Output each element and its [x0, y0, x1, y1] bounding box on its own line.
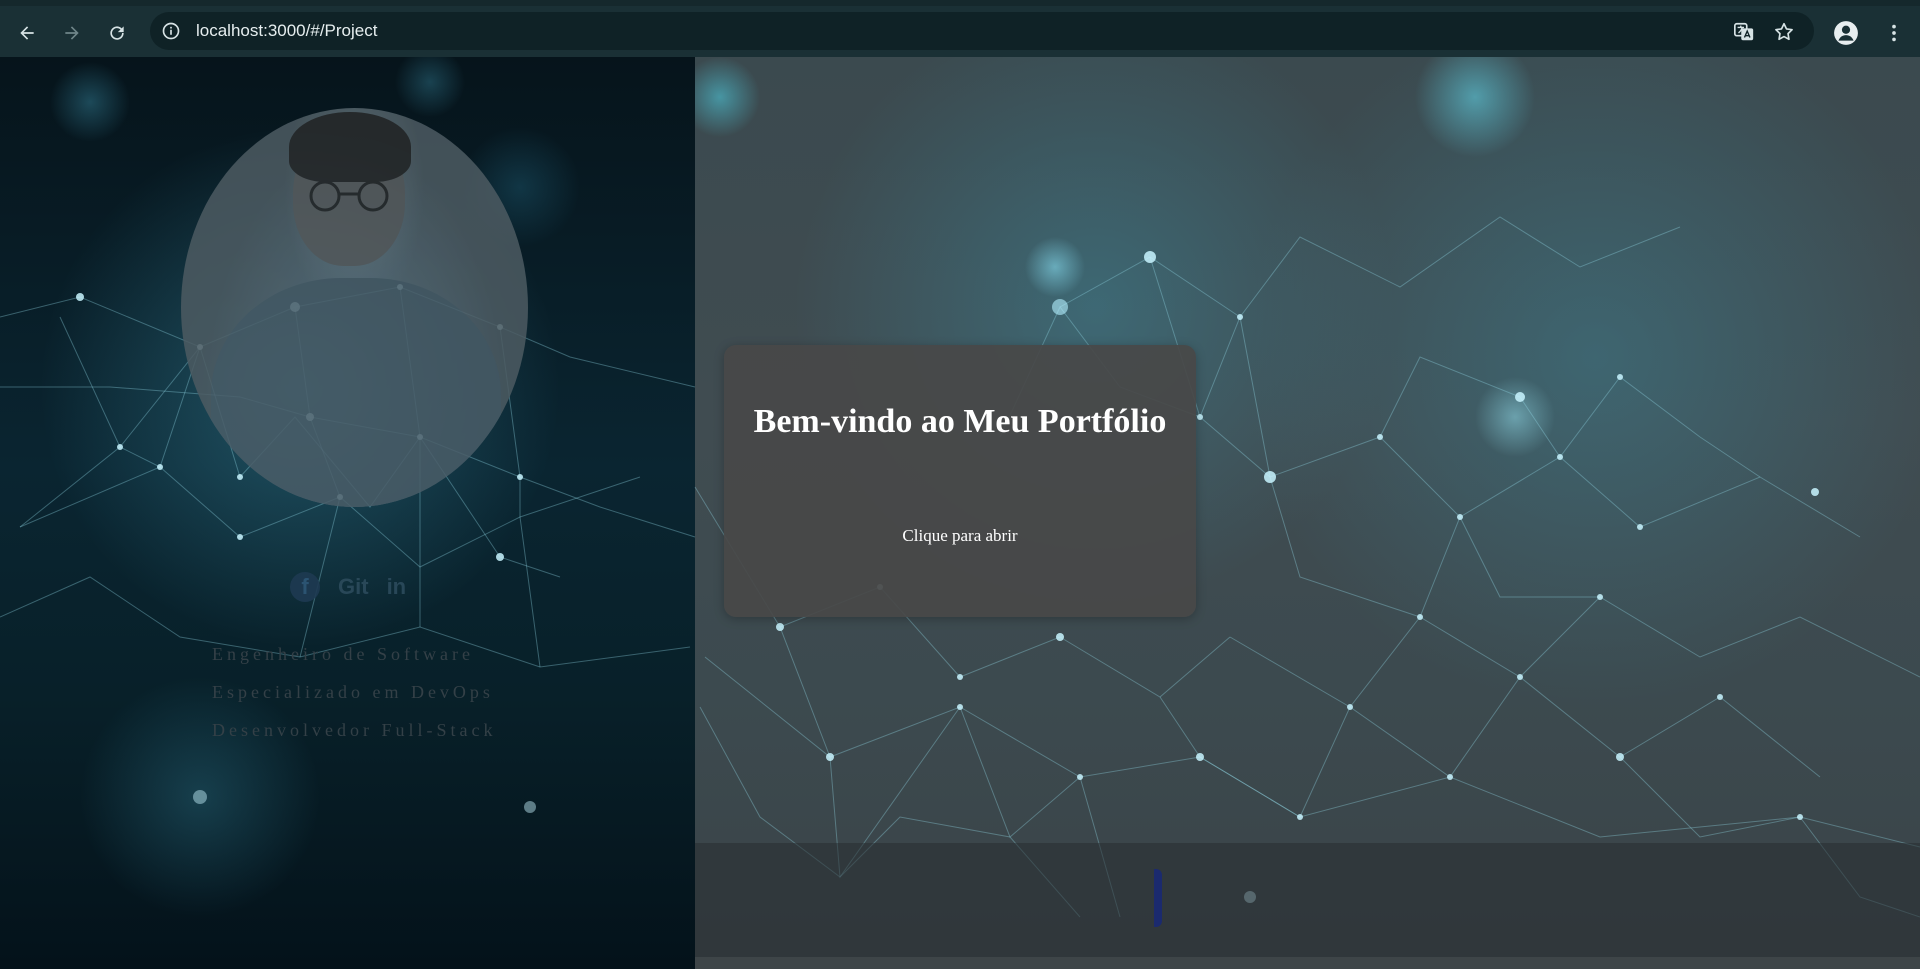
- page-viewport: f Git in Engenheiro de Software Especial…: [0, 57, 1920, 969]
- account-icon: [1834, 21, 1858, 45]
- bookmark-button[interactable]: [1772, 20, 1796, 44]
- scroll-indicator[interactable]: [1154, 869, 1162, 927]
- welcome-title: Bem-vindo ao Meu Portfólio: [753, 403, 1167, 440]
- reload-icon: [110, 26, 124, 40]
- social-links: f Git in: [290, 567, 406, 607]
- arrow-right-icon: [65, 26, 79, 40]
- linkedin-icon[interactable]: in: [387, 574, 407, 600]
- forward-button[interactable]: [57, 18, 87, 48]
- url-text[interactable]: localhost:3000/#/Project: [196, 21, 377, 41]
- role-item: Especializado em DevOps: [212, 682, 494, 702]
- role-item: Engenheiro de Software: [212, 644, 474, 664]
- profile-button[interactable]: [1832, 19, 1860, 47]
- info-icon: [162, 22, 180, 40]
- address-bar[interactable]: localhost:3000/#/Project: [150, 12, 1814, 50]
- profile-avatar: [181, 108, 528, 507]
- kebab-menu-icon: [1892, 24, 1896, 42]
- back-button[interactable]: [12, 18, 42, 48]
- bottom-bar: [695, 843, 1920, 957]
- star-icon: [1775, 22, 1793, 41]
- role-item: Desenvolvedor Full-Stack: [212, 720, 497, 740]
- bottom-strip: [695, 957, 1920, 969]
- arrow-left-icon: [20, 26, 34, 40]
- site-info-button[interactable]: [160, 20, 182, 42]
- translate-icon: [1734, 22, 1754, 41]
- reload-button[interactable]: [102, 18, 132, 48]
- browser-menu-button[interactable]: [1880, 19, 1908, 47]
- roles-list: Engenheiro de Software Especializado em …: [212, 635, 542, 749]
- open-portfolio-button[interactable]: Clique para abrir: [724, 525, 1196, 547]
- facebook-icon[interactable]: f: [290, 572, 320, 602]
- welcome-card[interactable]: Bem-vindo ao Meu Portfólio Clique para a…: [724, 345, 1196, 617]
- github-link[interactable]: Git: [338, 574, 369, 600]
- translate-button[interactable]: [1732, 20, 1756, 44]
- browser-toolbar: localhost:3000/#/Project: [0, 0, 1920, 57]
